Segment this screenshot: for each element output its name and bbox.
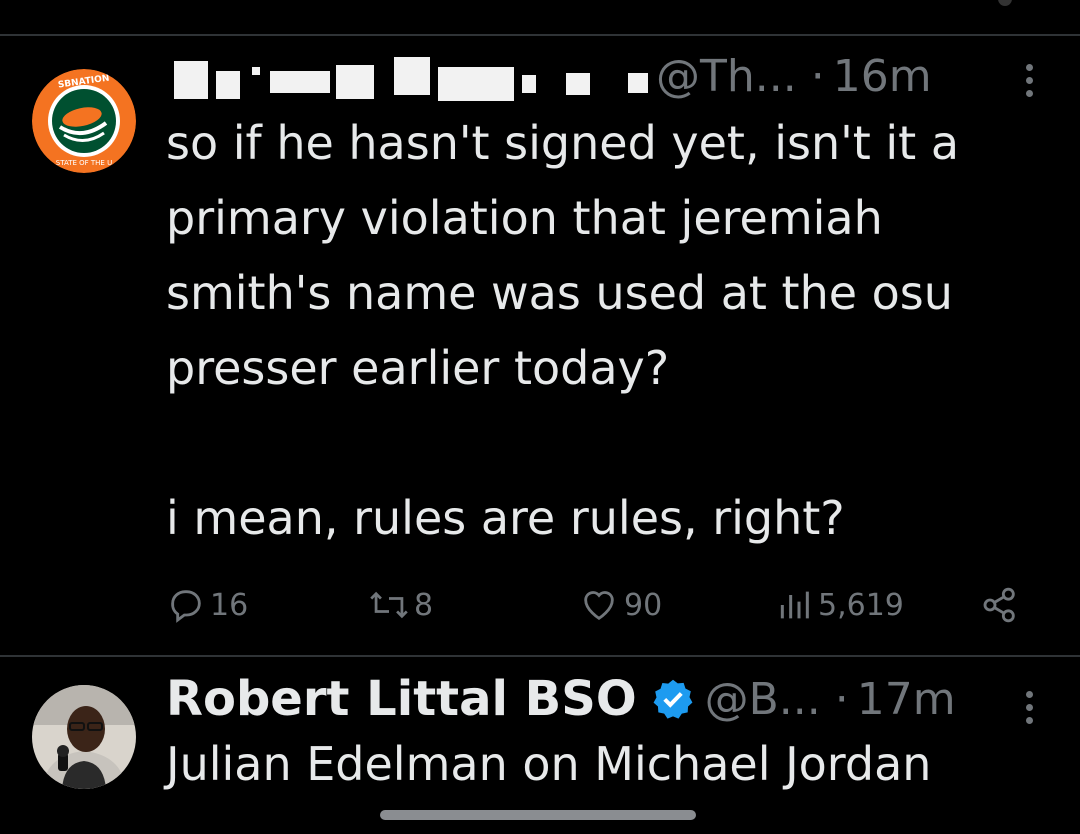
like-icon	[584, 591, 614, 621]
share-icon	[983, 587, 1015, 623]
views-icon	[780, 591, 809, 619]
tweet-1-handle[interactable]: @Th...	[656, 51, 797, 102]
reply-button[interactable]: 16	[166, 585, 248, 625]
tweet-1-more-icon[interactable]	[1026, 64, 1034, 97]
tweet-2-handle[interactable]: @B...	[705, 674, 821, 725]
tweet-2[interactable]: Robert Littal BSO @B... · 17m Julian Ede…	[0, 657, 1080, 834]
views-button[interactable]: 5,619	[774, 585, 904, 625]
retweet-icon	[370, 591, 408, 619]
tweet-2-display-name[interactable]: Robert Littal BSO	[166, 671, 637, 727]
redacted-display-name	[166, 53, 656, 101]
reply-icon	[171, 590, 201, 623]
views-count: 5,619	[818, 587, 904, 623]
svg-text:STATE OF THE U: STATE OF THE U	[56, 159, 112, 167]
like-button[interactable]: 90	[578, 585, 662, 625]
person-photo-icon	[32, 685, 136, 789]
tweet-1-separator: ·	[810, 50, 825, 102]
tweet-2-text: Julian Edelman on Michael Jordan	[166, 737, 932, 791]
tweet-1[interactable]: SBNATION STATE OF THE U @Th... · 16m so …	[0, 0, 1080, 655]
retweet-count: 8	[414, 587, 434, 623]
tweet-2-more-icon[interactable]	[1026, 691, 1034, 724]
tweet-1-header: @Th... · 16m	[166, 48, 932, 104]
sbnation-logo-icon: SBNATION STATE OF THE U	[32, 69, 136, 173]
tweet-2-time[interactable]: 17m	[857, 674, 956, 725]
share-button[interactable]	[980, 585, 1024, 625]
like-count: 90	[624, 587, 663, 623]
avatar-robert-littal[interactable]	[32, 685, 136, 789]
reply-count: 16	[210, 587, 249, 623]
tweet-2-separator: ·	[834, 673, 849, 725]
tweet-2-header: Robert Littal BSO @B... · 17m	[166, 671, 956, 727]
verified-badge-icon	[651, 677, 695, 721]
tweet-1-text: so if he hasn't signed yet, isn't it a p…	[166, 116, 960, 545]
avatar-state-of-the-u[interactable]: SBNATION STATE OF THE U	[32, 69, 136, 173]
tweet-1-time[interactable]: 16m	[833, 51, 932, 102]
home-indicator[interactable]	[380, 810, 696, 820]
retweet-button[interactable]: 8	[368, 585, 433, 625]
tweet-1-actions: 16 8 90 5,619	[166, 585, 1036, 625]
